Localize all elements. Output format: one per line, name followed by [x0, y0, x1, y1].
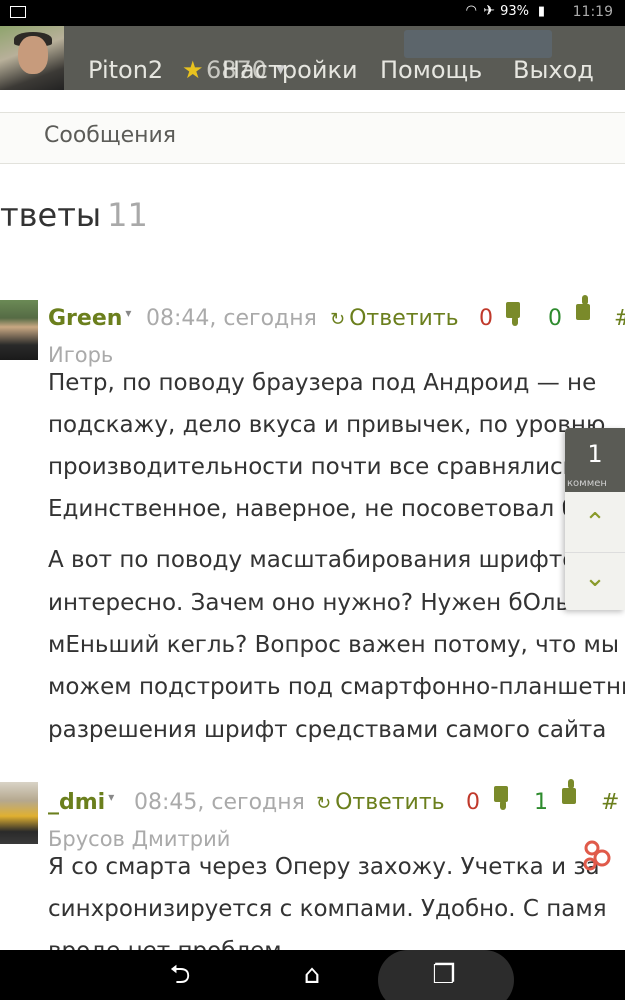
comment-text-line: Я со смарта через Оперу захожу. Учетка и… — [48, 854, 600, 880]
comment-permalink[interactable]: # — [614, 306, 625, 331]
author-caret-icon[interactable]: ▾ — [108, 790, 114, 804]
reply-icon: ↻ — [316, 793, 332, 814]
menu-settings[interactable]: Настройки — [222, 56, 358, 84]
home-icon[interactable]: ⌂ — [282, 950, 342, 1000]
comment-text-line: Единственное, наверное, не посоветовал б… — [48, 496, 594, 522]
answers-count: 11 — [107, 196, 148, 234]
menu-help[interactable]: Помощь — [380, 56, 482, 84]
comment-text-line: разрешения шрифт средствами самого сайта — [48, 717, 607, 743]
like-count: 1 — [534, 790, 548, 815]
star-icon: ★ — [182, 56, 204, 84]
sticker-icon — [583, 840, 611, 871]
chevron-down-icon[interactable]: ⌄ — [565, 552, 625, 603]
comment-avatar[interactable] — [0, 300, 38, 360]
comment-author[interactable]: _dmi ▾ — [48, 790, 114, 815]
dislike-count: 0 — [466, 790, 480, 815]
chevron-up-icon[interactable]: ⌃ — [565, 498, 625, 548]
comment-text-line: можем подстроить под смартфонно-планшетн… — [48, 674, 625, 700]
comment-author[interactable]: Green ▾ — [48, 306, 131, 331]
battery-icon: ▮ — [537, 4, 545, 19]
comment-text-line: производительности почти все сравнялись. — [48, 454, 584, 480]
like-count: 0 — [548, 306, 562, 331]
thumb-down-icon[interactable] — [494, 786, 508, 810]
comment-time: 08:45, сегодня — [134, 790, 305, 815]
clock: 11:19 — [572, 4, 613, 20]
comment-text-line: А вот по поводу масштабирования шрифтов — [48, 547, 590, 573]
dislike-count: 0 — [479, 306, 493, 331]
reply-icon: ↻ — [330, 309, 346, 330]
reply-button[interactable]: ↻ Ответить — [330, 306, 459, 331]
comment-navigator: 1 коммен ⌃ ⌄ — [565, 428, 625, 610]
battery-percent: 93% — [500, 4, 529, 19]
comment-avatar[interactable] — [0, 782, 38, 844]
tab-messages[interactable]: Сообщения — [44, 123, 176, 148]
page-title: тветы 11 — [0, 196, 148, 234]
wifi-icon: ◠ — [465, 3, 477, 18]
status-bar: ◠ ✈ 93% ▮ 11:19 — [0, 0, 625, 26]
comment-text-line: мЕньший кегль? Вопрос важен потому, что … — [48, 632, 620, 658]
airplane-icon: ✈ — [483, 3, 495, 19]
username[interactable]: Piton2 — [88, 56, 163, 84]
thumb-up-icon[interactable] — [576, 295, 590, 320]
header-ghost-button — [404, 30, 552, 58]
comment-time: 08:44, сегодня — [146, 306, 317, 331]
comment-text-line: Петр, по поводу браузера под Андроид — н… — [48, 370, 597, 396]
new-comments-label: коммен — [567, 478, 607, 489]
reply-button[interactable]: ↻ Ответить — [316, 790, 445, 815]
back-icon[interactable]: ⮌ — [150, 950, 210, 1000]
thumb-down-icon[interactable] — [506, 302, 520, 326]
comment-text-line: интересно. Зачем оно нужно? Нужен бОльши… — [48, 590, 621, 616]
thumb-up-icon[interactable] — [562, 779, 576, 804]
recent-apps-icon[interactable]: ❐ — [414, 950, 474, 1000]
comment-permalink[interactable]: # — [601, 790, 619, 815]
menu-logout[interactable]: Выход — [513, 56, 594, 84]
image-icon — [10, 6, 26, 18]
user-avatar[interactable] — [0, 26, 64, 90]
author-caret-icon[interactable]: ▾ — [125, 306, 131, 320]
sub-navigation: Сообщения — [0, 112, 625, 164]
comment-text-line: подскажу, дело вкуса и привычек, по уров… — [48, 412, 606, 438]
comment-text-line: синхронизируется с компами. Удобно. С па… — [48, 896, 607, 922]
page-title-text: тветы — [0, 196, 102, 234]
